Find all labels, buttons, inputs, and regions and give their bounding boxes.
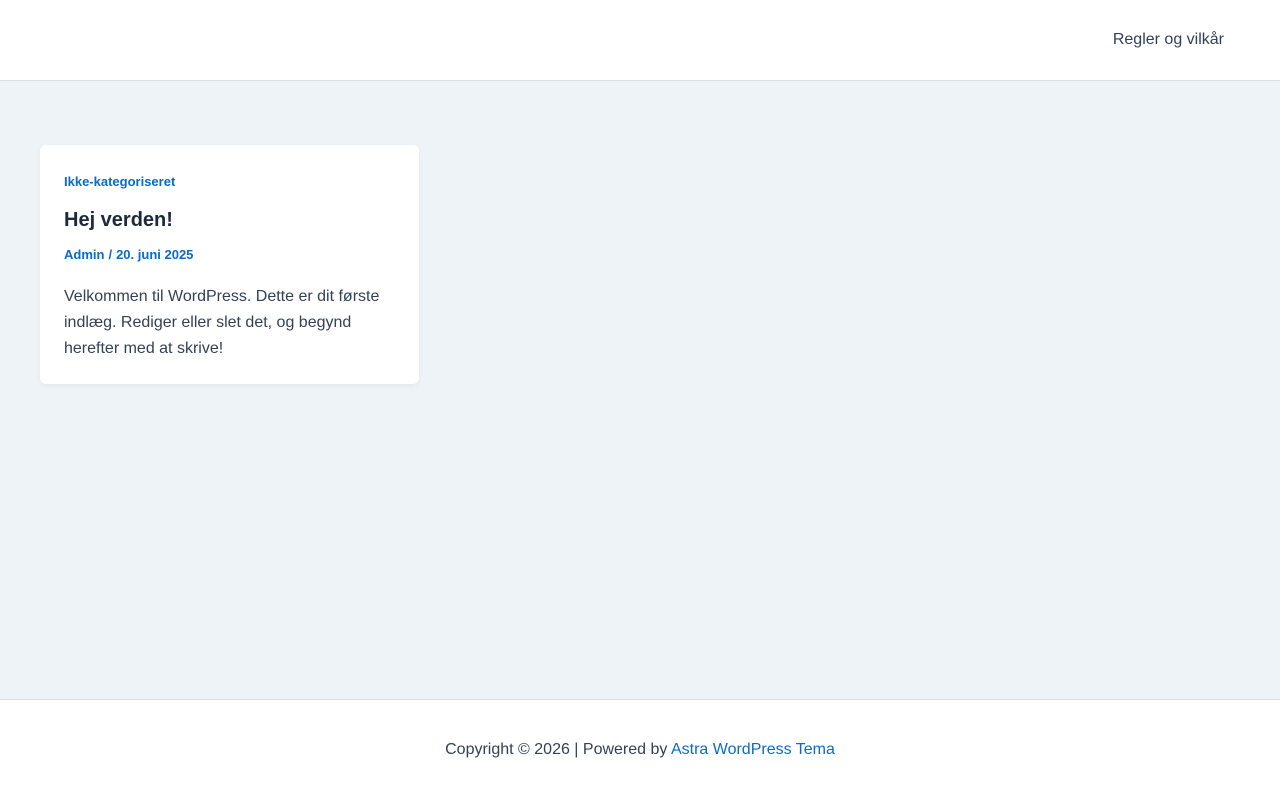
theme-credit-link[interactable]: Astra WordPress Tema xyxy=(671,741,835,758)
main-content: Ikke-kategoriseret Hej verden! Admin /20.… xyxy=(0,81,1280,699)
meta-separator: / xyxy=(108,247,113,262)
nav-item-terms[interactable]: Regler og vilkår xyxy=(1113,30,1224,50)
post-author-link[interactable]: Admin xyxy=(64,247,104,262)
post-meta: Admin /20. juni 2025 xyxy=(64,247,395,263)
post-date-link[interactable]: 20. juni 2025 xyxy=(116,247,193,262)
post-category-link[interactable]: Ikke-kategoriseret xyxy=(64,174,395,190)
site-footer: Copyright © 2026 | Powered by Astra Word… xyxy=(0,699,1280,800)
post-excerpt: Velkommen til WordPress. Dette er dit fø… xyxy=(64,288,380,357)
copyright-text: Copyright © 2026 | Powered by xyxy=(445,741,671,758)
post-title[interactable]: Hej verden! xyxy=(64,208,395,232)
site-header: Regler og vilkår xyxy=(0,0,1280,81)
post-card: Ikke-kategoriseret Hej verden! Admin /20.… xyxy=(40,145,419,384)
